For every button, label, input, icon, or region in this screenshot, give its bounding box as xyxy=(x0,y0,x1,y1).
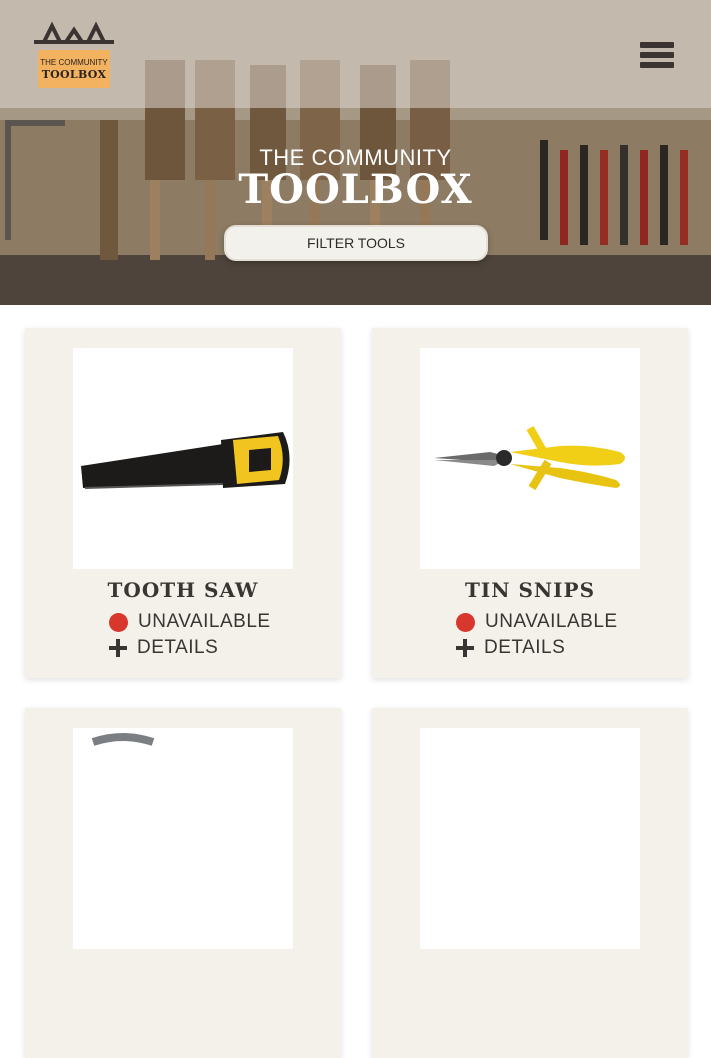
toolbox-handle-icon xyxy=(34,21,114,44)
logo-text-line2: TOOLBOX xyxy=(41,68,107,81)
hamburger-menu-icon[interactable] xyxy=(640,42,674,72)
tool-image[interactable] xyxy=(73,348,293,569)
logo-text-line1: THE COMMUNITY xyxy=(40,58,108,67)
tool-name: TIN SNIPS xyxy=(464,578,596,602)
top-navigation-bar: THE COMMUNITY TOOLBOX xyxy=(0,0,711,108)
tool-grid: TOOTH SAW UNAVAILABLE DETAILS TIN SNIPS xyxy=(0,305,711,1058)
status-label: UNAVAILABLE xyxy=(485,611,618,632)
hero-title: TOOLBOX xyxy=(238,166,473,213)
details-link[interactable]: DETAILS xyxy=(456,636,565,660)
status-label: UNAVAILABLE xyxy=(138,611,271,632)
tool-card[interactable] xyxy=(25,708,341,1058)
availability-status: UNAVAILABLE xyxy=(456,610,618,634)
tool-image[interactable] xyxy=(420,728,640,949)
tool-image[interactable] xyxy=(73,728,293,949)
community-toolbox-logo[interactable]: THE COMMUNITY TOOLBOX xyxy=(30,20,118,90)
details-link[interactable]: DETAILS xyxy=(109,636,218,660)
filter-tools-button[interactable]: FILTER TOOLS xyxy=(224,225,488,261)
details-label: DETAILS xyxy=(484,637,566,658)
tool-image-partial-icon xyxy=(91,733,155,746)
unavailable-dot-icon xyxy=(109,612,128,632)
plus-icon xyxy=(109,639,127,657)
hand-saw-icon xyxy=(81,432,290,489)
tool-card[interactable]: TOOTH SAW UNAVAILABLE DETAILS xyxy=(25,328,341,678)
tool-image[interactable] xyxy=(420,348,640,569)
plus-icon xyxy=(456,639,474,657)
hero-banner: THE COMMUNITY TOOLBOX THE COMMUNITY TOOL… xyxy=(0,0,711,305)
details-label: DETAILS xyxy=(137,637,219,658)
tool-card[interactable]: TIN SNIPS UNAVAILABLE DETAILS xyxy=(372,328,688,678)
tool-name: TOOTH SAW xyxy=(107,578,259,602)
tin-snips-icon xyxy=(434,426,625,491)
unavailable-dot-icon xyxy=(456,612,475,632)
availability-status: UNAVAILABLE xyxy=(109,610,271,634)
tool-card[interactable] xyxy=(372,708,688,1058)
